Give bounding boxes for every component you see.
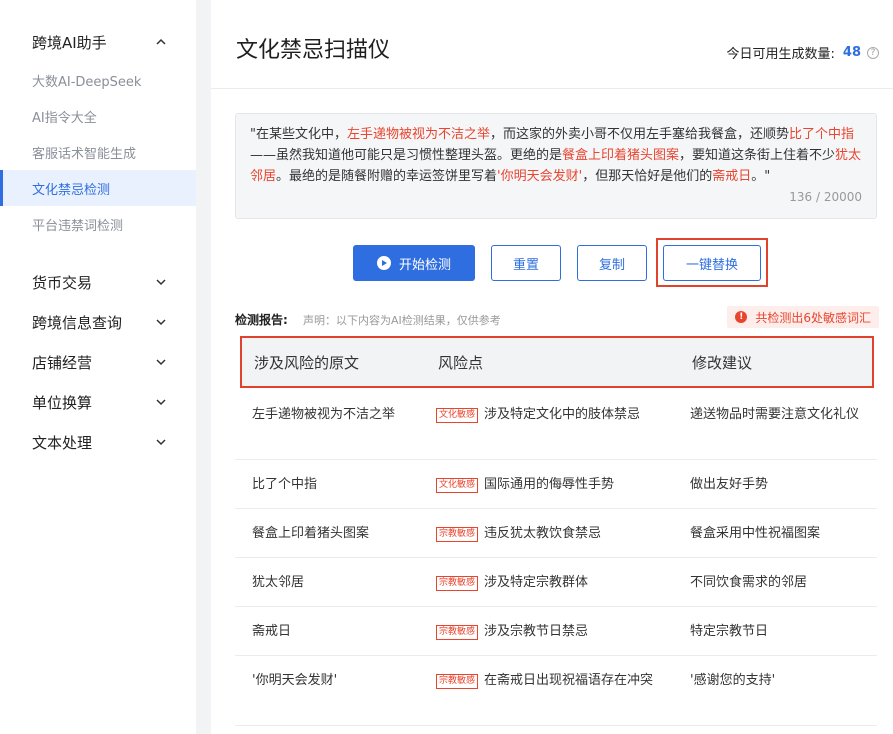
report-disclaimer: 声明：以下内容为AI检测结果，仅供参考 — [303, 314, 501, 327]
highlighted-term: 餐盒上印着猪头图案 — [562, 148, 680, 163]
chevron-down-icon — [154, 355, 168, 369]
cell-original: 餐盒上印着猪头图案 — [252, 526, 370, 541]
column-header-suggestion: 修改建议 — [692, 353, 753, 372]
start-detect-button[interactable]: 开始检测 — [353, 245, 475, 281]
column-header-risk: 风险点 — [438, 353, 484, 372]
quota-label: 今日可用生成数量: — [726, 47, 835, 62]
text-segment: ，要知道这条街上住着不少 — [679, 148, 836, 163]
cell-risk: 文化敏感 涉及特定文化中的肢体禁忌 — [436, 404, 666, 425]
risk-tag-badge: 宗教敏感 — [436, 674, 479, 689]
chevron-down-icon — [154, 315, 168, 329]
cell-original: 斋戒日 — [252, 624, 292, 639]
nav-group-label: 文本处理 — [32, 433, 93, 452]
cell-suggestion: 特定宗教节日 — [690, 624, 769, 639]
sidebar-item-deepseek[interactable]: 大数AI-DeepSeek — [0, 62, 196, 98]
nav-group-store[interactable]: 店铺经营 — [0, 342, 196, 382]
help-icon[interactable]: ? — [867, 46, 879, 59]
start-detect-label: 开始检测 — [398, 257, 451, 273]
input-textarea[interactable]: "在某些文化中，左手递物被视为不洁之举，而这家的外卖小哥不仅用左手塞给我餐盒，还… — [235, 113, 877, 219]
text-segment: ——虽然我知道他可能只是习惯性整理头盔。更绝的是 — [250, 148, 563, 163]
quota-display: 今日可用生成数量: 48 ? — [727, 43, 879, 62]
cell-suggestion: '感谢您的支持' — [690, 673, 776, 688]
table-row: 比了个中指 文化敏感 国际通用的侮辱性手势 做出友好手势 — [235, 460, 877, 509]
chevron-down-icon — [154, 435, 168, 449]
alert-text: 共检测出6处敏感词汇 — [755, 310, 871, 325]
nav-group-cross-border-ai[interactable]: 跨境AI助手 — [0, 22, 196, 62]
result-table: 左手递物被视为不洁之举 文化敏感 涉及特定文化中的肢体禁忌 递送物品时需要注意文化礼仪… — [235, 390, 877, 726]
cell-suggestion: 做出友好手势 — [690, 477, 769, 492]
risk-tag-badge: 文化敏感 — [436, 408, 479, 423]
nav-group-label: 跨境信息查询 — [32, 313, 123, 332]
alert-badge: ! 共检测出6处敏感词汇 — [727, 306, 879, 328]
cell-original: 犹太邻居 — [252, 575, 305, 590]
alert-icon: ! — [735, 311, 748, 323]
cell-original: 比了个中指 — [252, 477, 318, 492]
table-header: 涉及风险的原文 风险点 修改建议 — [240, 336, 874, 388]
text-segment: 。最绝的是随餐附赠的幸运签饼里写着 — [276, 169, 498, 184]
reset-button[interactable]: 重置 — [491, 245, 561, 281]
cell-suggestion: 递送物品时需要注意文化礼仪 — [690, 407, 860, 422]
highlighted-term: 斋戒日 — [712, 169, 752, 184]
cell-risk: 宗教敏感 违反犹太教饮食禁忌 — [436, 523, 666, 544]
report-label: 检测报告: — [235, 313, 288, 327]
text-segment: 。" — [751, 169, 771, 184]
table-row: 犹太邻居 宗教敏感 涉及特定宗教群体 不同饮食需求的邻居 — [235, 558, 877, 607]
risk-tag-badge: 宗教敏感 — [436, 527, 479, 542]
nav-group-info-query[interactable]: 跨境信息查询 — [0, 302, 196, 342]
sidebar-item-cultural-taboo[interactable]: 文化禁忌检测 — [0, 170, 196, 206]
risk-text: 在斋戒日出现祝福语存在冲突 — [484, 673, 654, 688]
nav-sublist: 大数AI-DeepSeek AI指令大全 客服话术智能生成 文化禁忌检测 平台违… — [0, 62, 196, 242]
cell-risk: 宗教敏感 涉及宗教节日禁忌 — [436, 621, 666, 642]
sidebar-item-prohibited-words[interactable]: 平台违禁词检测 — [0, 206, 196, 242]
nav-group-label: 单位换算 — [32, 393, 93, 412]
highlight-box — [656, 238, 768, 287]
sidebar-item-customer-service[interactable]: 客服话术智能生成 — [0, 134, 196, 170]
divider — [211, 88, 893, 89]
highlighted-term: 左手递物被视为不洁之举 — [346, 127, 490, 142]
risk-text: 国际通用的侮辱性手势 — [484, 477, 615, 492]
risk-text: 涉及特定宗教群体 — [484, 575, 589, 590]
table-row: 左手递物被视为不洁之举 文化敏感 涉及特定文化中的肢体禁忌 递送物品时需要注意文化礼仪 — [235, 390, 877, 460]
cell-original: '你明天会发财' — [252, 673, 338, 688]
cell-suggestion: 餐盒采用中性祝福图案 — [690, 526, 821, 541]
table-row: 餐盒上印着猪头图案 宗教敏感 违反犹太教饮食禁忌 餐盒采用中性祝福图案 — [235, 509, 877, 558]
highlighted-term: '你明天会发财' — [497, 169, 583, 184]
cell-risk: 宗教敏感 在斋戒日出现祝福语存在冲突 — [436, 670, 666, 691]
nav-group-label: 店铺经营 — [32, 353, 93, 372]
risk-tag-badge: 宗教敏感 — [436, 625, 479, 640]
main-panel: 文化禁忌扫描仪 今日可用生成数量: 48 ? "在某些文化中，左手递物被视为不洁… — [211, 0, 893, 734]
nav-group-label: 货币交易 — [32, 273, 93, 292]
text-segment: ，但那天恰好是他们的 — [582, 169, 713, 184]
cell-risk: 文化敏感 国际通用的侮辱性手势 — [436, 474, 666, 495]
risk-text: 涉及宗教节日禁忌 — [484, 624, 589, 639]
risk-tag-badge: 宗教敏感 — [436, 576, 479, 591]
nav-group-unit-convert[interactable]: 单位换算 — [0, 382, 196, 422]
char-counter: 136 / 20000 — [789, 190, 862, 204]
chevron-up-icon — [154, 35, 168, 49]
play-icon — [376, 256, 391, 270]
quota-value: 48 — [842, 45, 861, 60]
risk-text: 涉及特定文化中的肢体禁忌 — [484, 407, 641, 422]
table-row: 斋戒日 宗教敏感 涉及宗教节日禁忌 特定宗教节日 — [235, 607, 877, 656]
column-header-original: 涉及风险的原文 — [254, 353, 360, 372]
cell-suggestion: 不同饮食需求的邻居 — [690, 575, 808, 590]
copy-button[interactable]: 复制 — [577, 245, 647, 281]
sidebar-item-ai-prompts[interactable]: AI指令大全 — [0, 98, 196, 134]
table-row: '你明天会发财' 宗教敏感 在斋戒日出现祝福语存在冲突 '感谢您的支持' — [235, 656, 877, 726]
risk-tag-badge: 文化敏感 — [436, 478, 479, 493]
page-title: 文化禁忌扫描仪 — [236, 38, 391, 63]
cell-original: 左手递物被视为不洁之举 — [252, 407, 396, 422]
risk-text: 违反犹太教饮食禁忌 — [484, 526, 602, 541]
text-segment: ，而这家的外卖小哥不仅用左手塞给我餐盒，还顺势 — [490, 127, 790, 142]
input-text: "在某些文化中，左手递物被视为不洁之举，而这家的外卖小哥不仅用左手塞给我餐盒，还… — [250, 127, 861, 184]
sidebar: 跨境AI助手 大数AI-DeepSeek AI指令大全 客服话术智能生成 文化禁… — [0, 0, 196, 734]
cell-risk: 宗教敏感 涉及特定宗教群体 — [436, 572, 666, 593]
highlighted-term: 比了个中指 — [789, 127, 855, 142]
chevron-down-icon — [154, 275, 168, 289]
text-segment: "在某些文化中， — [250, 127, 347, 142]
nav-group-text[interactable]: 文本处理 — [0, 422, 196, 462]
chevron-down-icon — [154, 395, 168, 409]
nav-group-currency[interactable]: 货币交易 — [0, 262, 196, 302]
nav-group-label: 跨境AI助手 — [32, 33, 107, 52]
